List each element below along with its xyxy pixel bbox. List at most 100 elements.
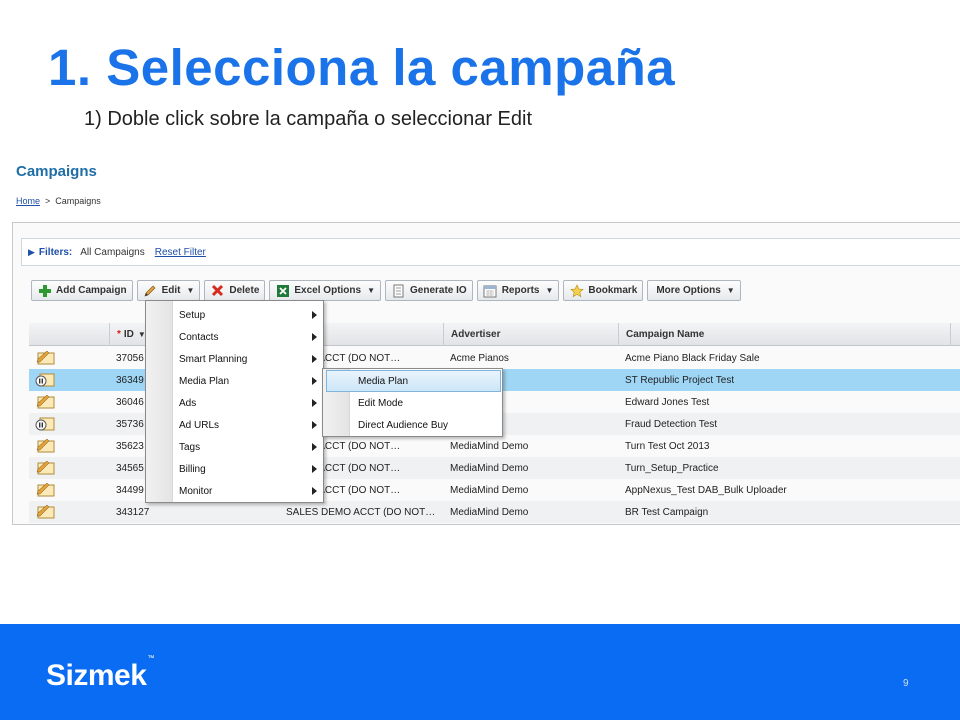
- submenu-item-label: Edit Mode: [358, 397, 404, 409]
- id-column-label: ID: [123, 329, 134, 340]
- media-plan-submenu: Media Plan Edit Mode Direct Audience Buy: [322, 368, 503, 437]
- submenu-item-edit-mode[interactable]: Edit Mode: [323, 392, 502, 414]
- submenu-arrow-icon: [312, 311, 317, 319]
- chevron-down-icon: ▼: [545, 286, 554, 295]
- delete-button[interactable]: Delete: [204, 280, 266, 301]
- campaign-name-column-label: Campaign Name: [626, 329, 705, 340]
- pencil-icon: [35, 438, 55, 453]
- menu-item-label: Ad URLs: [179, 419, 220, 431]
- menu-item-monitor[interactable]: Monitor: [146, 480, 323, 502]
- submenu-arrow-icon: [312, 487, 317, 495]
- slide-subtitle: 1) Doble click sobre la campaña o selecc…: [84, 108, 532, 130]
- menu-item-billing[interactable]: Billing: [146, 458, 323, 480]
- sizmek-logo: Sizmek™: [46, 655, 154, 693]
- campaign-name-column-header[interactable]: Campaign Name: [618, 323, 950, 346]
- id-cell: 343127: [116, 506, 150, 518]
- add-campaign-label: Add Campaign: [56, 285, 127, 296]
- table-row[interactable]: 343127 SALES DEMO ACCT (DO NOT… MediaMind …: [29, 501, 960, 523]
- campaign-name-cell: ST Republic Project Test: [625, 374, 735, 386]
- submenu-arrow-icon: [312, 421, 317, 429]
- filters-bar[interactable]: ▶ Filters: All Campaigns Reset Filter: [21, 238, 960, 266]
- menu-item-tags[interactable]: Tags: [146, 436, 323, 458]
- edit-button[interactable]: Edit ▼: [136, 280, 201, 301]
- more-options-label: More Options: [656, 285, 721, 296]
- submenu-item-direct-audience-buy[interactable]: Direct Audience Buy: [323, 414, 502, 436]
- generate-io-button[interactable]: Generate IO: [385, 280, 473, 301]
- campaign-name-cell: BR Test Campaign: [625, 506, 709, 518]
- menu-item-label: Media Plan: [179, 375, 230, 387]
- advertiser-cell: MediaMind Demo: [450, 440, 529, 452]
- menu-item-label: Billing: [179, 463, 206, 475]
- breadcrumb-separator: >: [45, 196, 51, 206]
- campaign-name-cell: Turn Test Oct 2013: [625, 440, 710, 452]
- calendar-icon: [483, 283, 498, 298]
- star-icon: [569, 283, 584, 298]
- edit-context-menu: Setup Contacts Smart Planning Media Plan Ads…: [145, 300, 324, 503]
- logo-trademark: ™: [147, 655, 154, 662]
- bookmark-label: Bookmark: [588, 285, 638, 296]
- extra-column-header: [950, 323, 960, 346]
- slide-footer: Sizmek™ 9: [0, 624, 960, 720]
- pause-icon: [35, 372, 55, 387]
- pause-icon: [35, 416, 55, 431]
- submenu-item-label: Direct Audience Buy: [358, 419, 449, 431]
- menu-item-label: Smart Planning: [179, 353, 248, 365]
- filters-value: All Campaigns: [80, 246, 145, 258]
- icon-column-header: [29, 323, 109, 346]
- campaign-name-cell: Fraud Detection Test: [625, 418, 718, 430]
- excel-options-label: Excel Options: [294, 285, 362, 296]
- campaign-name-cell: AppNexus_Test DAB_Bulk Uploader: [625, 484, 787, 496]
- pencil-icon: [35, 504, 55, 519]
- submenu-arrow-icon: [312, 377, 317, 385]
- menu-item-ad-urls[interactable]: Ad URLs: [146, 414, 323, 436]
- advertiser-column-header[interactable]: Advertiser: [443, 323, 618, 346]
- plus-icon: [37, 283, 52, 298]
- advertiser-cell: Acme Pianos: [450, 352, 509, 364]
- chevron-down-icon: ▼: [726, 286, 735, 295]
- excel-icon: [275, 283, 290, 298]
- generate-io-label: Generate IO: [410, 285, 467, 296]
- pencil-icon: [35, 394, 55, 409]
- submenu-arrow-icon: [312, 355, 317, 363]
- advertiser-cell: MediaMind Demo: [450, 484, 529, 496]
- menu-item-label: Ads: [179, 397, 197, 409]
- reports-label: Reports: [501, 285, 540, 296]
- submenu-item-media-plan[interactable]: Media Plan: [326, 370, 501, 392]
- menu-item-smart-planning[interactable]: Smart Planning: [146, 348, 323, 370]
- logo-text: Sizmek: [46, 659, 147, 692]
- pencil-icon: [35, 482, 55, 497]
- reset-filter-link[interactable]: Reset Filter: [155, 247, 206, 258]
- menu-item-label: Setup: [179, 309, 206, 321]
- chevron-down-icon: ▼: [367, 286, 375, 295]
- page-number: 9: [903, 678, 909, 689]
- breadcrumb-home-link[interactable]: Home: [16, 196, 40, 206]
- bookmark-button[interactable]: Bookmark: [563, 280, 644, 301]
- submenu-item-label: Media Plan: [358, 375, 409, 387]
- menu-item-media-plan[interactable]: Media Plan: [146, 370, 323, 392]
- toolbar: Add Campaign Edit ▼ Delete Excel Options…: [31, 280, 741, 302]
- expand-triangle-icon[interactable]: ▶: [28, 247, 35, 258]
- add-campaign-button[interactable]: Add Campaign: [31, 280, 133, 301]
- advertiser-column-label: Advertiser: [451, 329, 501, 340]
- edit-label: Edit: [161, 285, 181, 296]
- submenu-arrow-icon: [312, 333, 317, 341]
- menu-item-label: Tags: [179, 441, 201, 453]
- reports-button[interactable]: Reports ▼: [476, 280, 560, 301]
- menu-item-ads[interactable]: Ads: [146, 392, 323, 414]
- chevron-down-icon: ▼: [186, 286, 195, 295]
- account-cell: SALES DEMO ACCT (DO NOT…: [286, 506, 436, 518]
- campaign-name-cell: Acme Piano Black Friday Sale: [625, 352, 760, 364]
- required-marker: *: [117, 329, 121, 340]
- delete-x-icon: [210, 283, 225, 298]
- menu-item-contacts[interactable]: Contacts: [146, 326, 323, 348]
- menu-item-label: Contacts: [179, 331, 219, 343]
- submenu-arrow-icon: [312, 465, 317, 473]
- menu-item-setup[interactable]: Setup: [146, 304, 323, 326]
- breadcrumb-current: Campaigns: [55, 196, 101, 206]
- slide-title: 1. Selecciona la campaña: [48, 39, 676, 96]
- menu-item-label: Monitor: [179, 485, 213, 497]
- more-options-button[interactable]: More Options ▼: [647, 280, 741, 301]
- pencil-icon: [35, 460, 55, 475]
- excel-options-button[interactable]: Excel Options ▼: [269, 280, 381, 301]
- submenu-arrow-icon: [312, 443, 317, 451]
